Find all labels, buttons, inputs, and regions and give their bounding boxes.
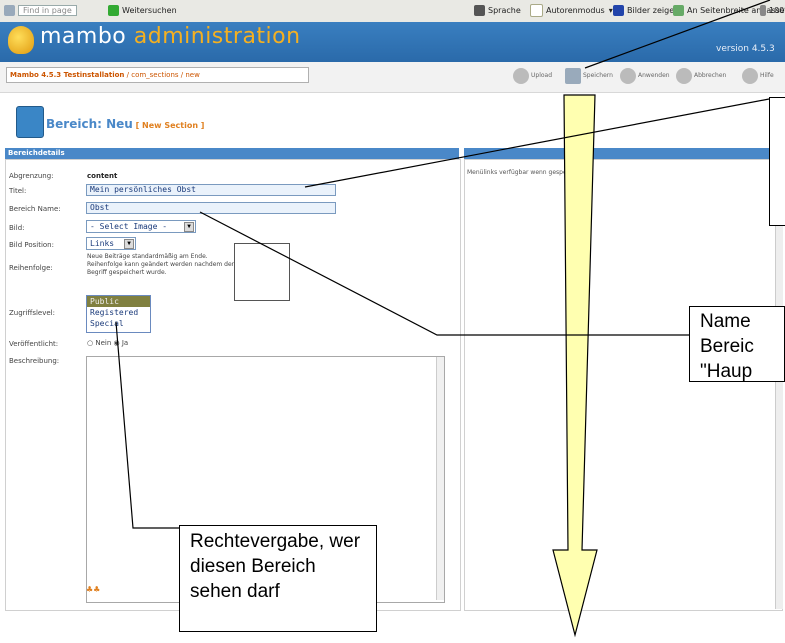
image-position-label: Bild Position:	[9, 241, 54, 249]
breadcrumb-path: / com_sections / new	[124, 71, 200, 79]
title-label: Titel:	[9, 187, 27, 195]
breadcrumb: Mambo 4.5.3 Testinstallation / com_secti…	[6, 67, 309, 83]
app-title: mambo administration	[40, 24, 301, 49]
access-label: Zugriffslevel:	[9, 309, 55, 317]
menu-links-text: Menülinks verfügbar wenn gespeichert	[467, 169, 584, 176]
description-scrollbar[interactable]	[436, 357, 444, 600]
mambo-logo-icon	[8, 26, 34, 54]
fit-icon	[673, 5, 684, 16]
access-option-public[interactable]: Public	[87, 296, 150, 307]
radio-yes[interactable]: ◉	[114, 339, 120, 347]
cancel-icon	[676, 67, 692, 84]
checkmark-icon	[620, 67, 636, 84]
description-label: Beschreibung:	[9, 357, 60, 365]
title-input[interactable]: Mein persönliches Obst	[86, 184, 336, 196]
help-icon	[742, 67, 758, 84]
apply-button[interactable]: Anwenden	[620, 66, 670, 86]
cancel-button[interactable]: Abbrechen	[676, 66, 726, 86]
section-details-header: Bereichdetails	[5, 148, 459, 159]
scope-value: content	[87, 172, 118, 180]
version-label: version 4.5.3	[716, 44, 775, 54]
published-label: Veröffentlicht:	[9, 340, 59, 348]
help-button[interactable]: Hilfe	[742, 66, 774, 86]
chevron-down-icon: ▼	[124, 239, 134, 249]
section-icon	[16, 106, 44, 138]
radio-no[interactable]: ○	[87, 339, 93, 347]
find-in-page[interactable]: Find in page	[4, 4, 77, 18]
upload-button[interactable]: Upload	[513, 66, 552, 86]
callout-name-box: Name Bereic "Haup	[689, 306, 785, 382]
save-button[interactable]: Speichern	[565, 66, 613, 86]
save-icon	[565, 67, 581, 84]
search-next-button[interactable]: Weitersuchen	[108, 4, 177, 18]
callout-title-box	[769, 97, 785, 226]
order-label: Reihenfolge:	[9, 264, 53, 272]
editor-icon[interactable]: ♣♣	[86, 585, 100, 594]
search-icon	[4, 5, 15, 16]
document-icon	[530, 4, 543, 17]
page-scrollbar[interactable]	[775, 159, 783, 609]
brush-icon	[474, 5, 485, 16]
menu-links-header	[464, 148, 781, 159]
image-position-select[interactable]: Links ▼	[86, 237, 136, 250]
access-option-registered[interactable]: Registered	[87, 307, 150, 318]
order-text-1: Neue Beiträge standardmäßig am Ende.	[87, 253, 208, 260]
scope-label: Abgrenzung:	[9, 172, 54, 180]
upload-icon	[513, 67, 529, 84]
menu-links-panel	[464, 159, 783, 611]
image-select[interactable]: - Select Image - ▼	[86, 220, 196, 233]
show-images-button[interactable]: Bilder zeigen	[613, 4, 679, 18]
image-label: Bild:	[9, 224, 25, 232]
arrow-right-icon	[108, 5, 119, 16]
find-input[interactable]: Find in page	[18, 5, 77, 16]
zoom-icon	[760, 5, 766, 16]
chevron-down-icon: ▼	[184, 222, 194, 232]
image-preview	[234, 243, 290, 301]
page-title: Bereich: Neu [ New Section ]	[46, 117, 205, 131]
language-button[interactable]: Sprache	[474, 4, 521, 18]
order-text-3: Begriff gespeichert wurde.	[87, 269, 167, 276]
access-level-list[interactable]: Public Registered Special	[86, 295, 151, 333]
zoom-button[interactable]: 100%	[760, 4, 785, 18]
order-text-2: Reihenfolge kann geändert werden nachdem…	[87, 261, 235, 268]
image-icon	[613, 5, 624, 16]
breadcrumb-site[interactable]: Mambo 4.5.3 Testinstallation	[10, 71, 124, 79]
author-mode-button[interactable]: Autorenmodus ▾	[530, 4, 613, 18]
published-radios: ○ Nein ◉ Ja	[87, 339, 129, 347]
access-option-special[interactable]: Special	[87, 318, 150, 329]
name-label: Bereich Name:	[9, 205, 61, 213]
name-input[interactable]: Obst	[86, 202, 336, 214]
callout-rights-box: Rechtevergabe, wer diesen Bereich sehen …	[179, 525, 377, 632]
